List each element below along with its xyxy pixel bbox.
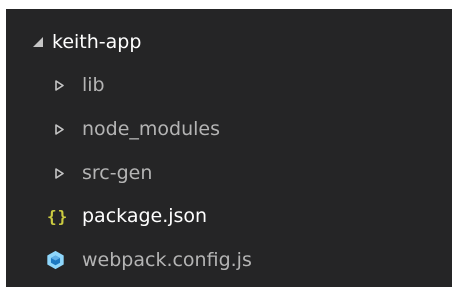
file-explorer: keith-app lib node_modules src-gen {} pa… [6, 9, 452, 287]
root-folder-label: keith-app [52, 31, 142, 53]
folder-label: lib [82, 74, 105, 96]
chevron-collapsed-icon[interactable] [55, 123, 64, 135]
tree-item-package-json[interactable]: {} package.json [6, 197, 452, 235]
file-label: package.json [82, 205, 208, 227]
tree-item-node-modules[interactable]: node_modules [6, 110, 452, 148]
tree-item-lib[interactable]: lib [6, 66, 452, 104]
tree-item-src-gen[interactable]: src-gen [6, 154, 452, 192]
chevron-expanded-icon[interactable] [33, 37, 43, 47]
folder-label: node_modules [82, 118, 221, 140]
json-file-icon: {} [47, 206, 69, 226]
chevron-collapsed-icon[interactable] [55, 167, 64, 179]
tree-root-keith-app[interactable]: keith-app [6, 23, 452, 61]
folder-label: src-gen [82, 162, 153, 184]
chevron-collapsed-icon[interactable] [55, 79, 64, 91]
tree-item-webpack-config[interactable]: webpack.config.js [6, 241, 452, 279]
webpack-icon [47, 250, 64, 270]
file-label: webpack.config.js [82, 249, 252, 271]
